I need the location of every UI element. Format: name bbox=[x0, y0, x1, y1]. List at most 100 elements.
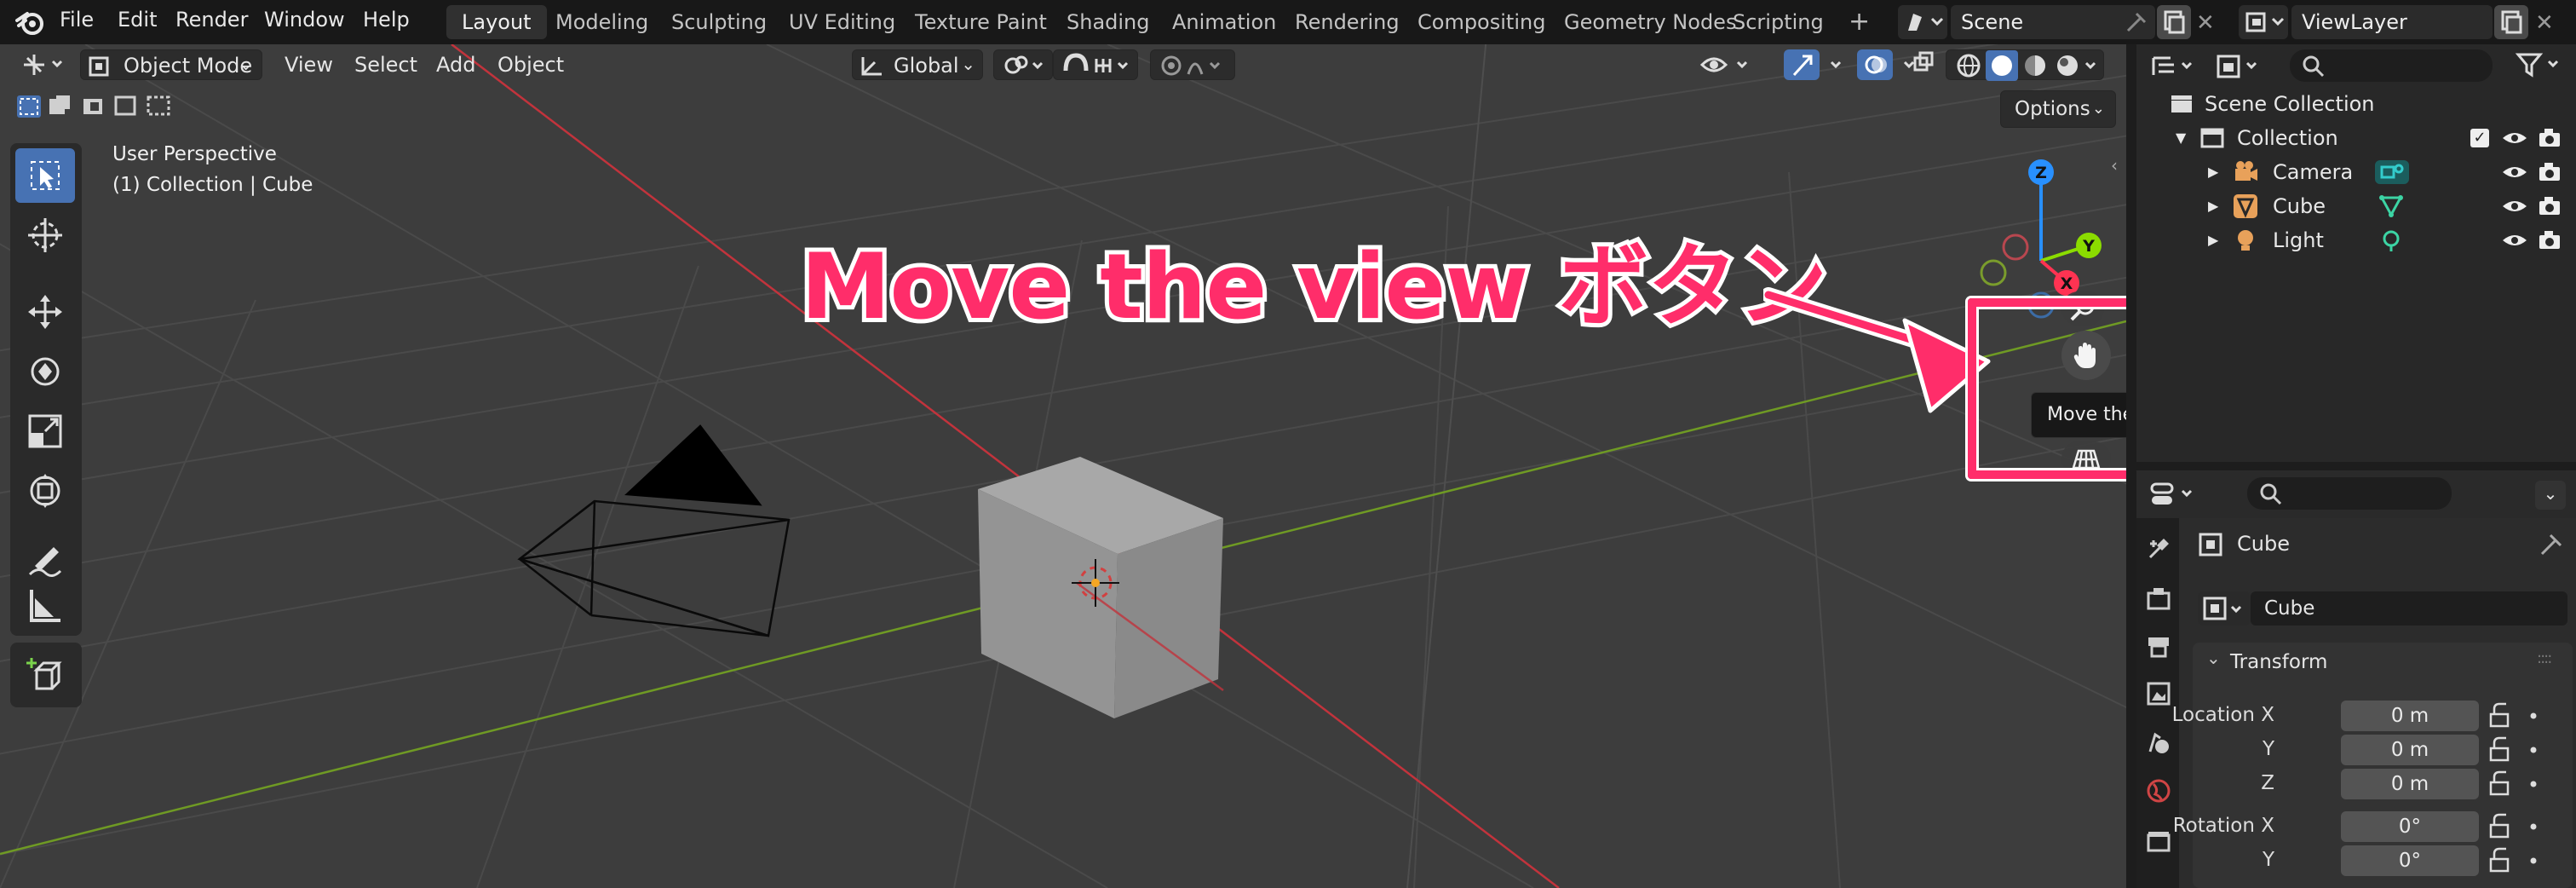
menu-object[interactable]: Object bbox=[491, 49, 571, 80]
eye-icon[interactable] bbox=[2501, 196, 2528, 216]
collection-checkbox[interactable]: ✓ bbox=[2470, 129, 2489, 147]
outliner-row-cube[interactable]: ▶ Cube bbox=[2136, 189, 2576, 223]
close-scene-icon[interactable]: ✕ bbox=[2196, 10, 2215, 36]
tab-scripting[interactable]: Scripting bbox=[1717, 5, 1839, 39]
select-box-tool-icon[interactable] bbox=[15, 148, 75, 203]
tab-sculpting[interactable]: Sculpting bbox=[656, 5, 782, 39]
area-divider[interactable] bbox=[2126, 44, 2136, 888]
mode-dropdown[interactable]: Object Mode ⌄ bbox=[80, 49, 262, 80]
outliner-row-light[interactable]: ▶ Light bbox=[2136, 223, 2576, 257]
chevron-down-icon[interactable]: ⌄ bbox=[2206, 648, 2221, 668]
outliner-row-camera[interactable]: ▶ Camera bbox=[2136, 155, 2576, 189]
collapse-sidebar-icon[interactable]: ‹ bbox=[2111, 155, 2118, 176]
tab-uv-editing[interactable]: UV Editing bbox=[773, 5, 911, 39]
tab-shading[interactable]: Shading bbox=[1051, 5, 1165, 39]
render-tab-icon[interactable] bbox=[2145, 585, 2172, 612]
tool-shelf bbox=[10, 143, 82, 636]
menu-file[interactable]: File bbox=[53, 0, 101, 41]
menu-view[interactable]: View bbox=[278, 49, 340, 80]
snapping-icon[interactable] bbox=[1053, 49, 1138, 80]
proportional-editing-icon[interactable] bbox=[1150, 49, 1235, 80]
gizmo-toggle-icon[interactable] bbox=[1784, 49, 1820, 80]
menu-help[interactable]: Help bbox=[356, 0, 417, 41]
menu-window[interactable]: Window bbox=[257, 0, 352, 41]
rotation-x-label: Rotation X bbox=[2172, 815, 2274, 837]
tab-texture-paint[interactable]: Texture Paint bbox=[900, 5, 1062, 39]
location-z-field[interactable]: 0 m bbox=[2341, 769, 2479, 799]
transform-panel-title[interactable]: Transform bbox=[2230, 651, 2327, 673]
display-mode-icon[interactable] bbox=[2213, 51, 2264, 82]
scale-tool-icon[interactable] bbox=[15, 404, 75, 458]
chevron-down-icon: ⌄ bbox=[961, 54, 975, 74]
filter-icon[interactable] bbox=[2515, 49, 2566, 80]
properties-editor-icon[interactable] bbox=[2148, 479, 2199, 510]
viewport-grid bbox=[0, 44, 2126, 888]
select-mode-icons[interactable] bbox=[15, 92, 177, 121]
chevron-down-icon[interactable]: ⌄ bbox=[2535, 481, 2566, 510]
orientation-dropdown[interactable]: Global ⌄ bbox=[852, 49, 983, 80]
cursor-tool-icon[interactable] bbox=[15, 208, 75, 262]
view-layer-icon[interactable] bbox=[2239, 5, 2288, 39]
add-cube-tool-icon[interactable] bbox=[15, 648, 75, 702]
outliner-search-input[interactable] bbox=[2290, 49, 2493, 82]
xray-toggle-icon[interactable] bbox=[1905, 49, 1944, 80]
drag-handle-icon[interactable]: :::: bbox=[2537, 649, 2552, 667]
gizmo-dropdown-icon[interactable] bbox=[1820, 49, 1854, 80]
object-data-dropdown[interactable] bbox=[2198, 591, 2251, 626]
view-layer-field[interactable]: ViewLayer bbox=[2291, 5, 2493, 39]
camera-render-icon[interactable] bbox=[2537, 194, 2562, 218]
area-divider[interactable] bbox=[2136, 462, 2576, 470]
3d-viewport[interactable]: User Perspective (1) Collection | Cube O… bbox=[0, 44, 2126, 888]
pivot-point-icon[interactable] bbox=[993, 49, 1053, 80]
menu-select[interactable]: Select bbox=[348, 49, 424, 80]
menu-add[interactable]: Add bbox=[429, 49, 482, 80]
rotation-x-field[interactable]: 0° bbox=[2341, 811, 2479, 842]
blender-logo-icon[interactable] bbox=[15, 9, 46, 36]
camera-render-icon[interactable] bbox=[2537, 126, 2562, 150]
expand-arrow-icon[interactable]: ▶ bbox=[2208, 155, 2218, 189]
measure-tool-icon[interactable] bbox=[15, 578, 75, 632]
expand-arrow-icon[interactable]: ▶ bbox=[2208, 189, 2218, 223]
tab-compositing[interactable]: Compositing bbox=[1402, 5, 1561, 39]
editor-type-icon[interactable] bbox=[12, 49, 72, 80]
menu-edit[interactable]: Edit bbox=[111, 0, 164, 41]
outliner-editor-icon[interactable] bbox=[2148, 51, 2199, 82]
overlays-toggle-icon[interactable] bbox=[1857, 49, 1893, 80]
tab-modeling[interactable]: Modeling bbox=[540, 5, 664, 39]
menu-render[interactable]: Render bbox=[169, 0, 255, 41]
camera-render-icon[interactable] bbox=[2537, 228, 2562, 252]
location-y-field[interactable]: 0 m bbox=[2341, 735, 2479, 765]
eye-icon[interactable] bbox=[2501, 162, 2528, 182]
transform-tool-icon[interactable] bbox=[15, 464, 75, 518]
tab-animation[interactable]: Animation bbox=[1157, 5, 1291, 39]
pin-icon[interactable] bbox=[2539, 532, 2564, 557]
move-tool-icon[interactable] bbox=[15, 285, 75, 339]
rotate-tool-icon[interactable] bbox=[15, 344, 75, 399]
new-view-layer-icon[interactable] bbox=[2494, 5, 2528, 39]
options-dropdown[interactable]: Options ⌄ bbox=[2000, 90, 2116, 128]
solid-shading-icon bbox=[1992, 55, 2012, 76]
outliner-row-collection[interactable]: ▼ Collection ✓ bbox=[2136, 121, 2576, 155]
object-name-field[interactable]: Cube bbox=[2251, 591, 2567, 626]
scene-type-icon[interactable] bbox=[1898, 5, 1947, 39]
location-x-field[interactable]: 0 m bbox=[2341, 701, 2479, 731]
outliner-row-scene-collection[interactable]: Scene Collection bbox=[2136, 87, 2576, 121]
close-view-layer-icon[interactable]: ✕ bbox=[2535, 10, 2554, 36]
camera-render-icon[interactable] bbox=[2537, 160, 2562, 184]
tool-tab-icon[interactable] bbox=[2145, 535, 2172, 562]
visibility-dropdown-icon[interactable] bbox=[1692, 49, 1767, 80]
output-tab-icon[interactable] bbox=[2145, 632, 2172, 660]
expand-arrow-icon[interactable]: ▼ bbox=[2176, 121, 2186, 155]
location-z-label: Z bbox=[2261, 772, 2274, 794]
eye-icon[interactable] bbox=[2501, 128, 2528, 148]
location-x-label: Location X bbox=[2171, 704, 2274, 726]
rotation-y-field[interactable]: 0° bbox=[2341, 845, 2479, 876]
new-scene-icon[interactable] bbox=[2157, 5, 2191, 39]
properties-search-input[interactable] bbox=[2247, 477, 2452, 510]
expand-arrow-icon[interactable]: ▶ bbox=[2208, 223, 2218, 257]
add-workspace-icon[interactable]: + bbox=[1849, 7, 1870, 37]
tab-layout[interactable]: Layout bbox=[446, 5, 547, 39]
tab-rendering[interactable]: Rendering bbox=[1279, 5, 1415, 39]
pin-icon[interactable] bbox=[2125, 10, 2148, 34]
eye-icon[interactable] bbox=[2501, 230, 2528, 251]
